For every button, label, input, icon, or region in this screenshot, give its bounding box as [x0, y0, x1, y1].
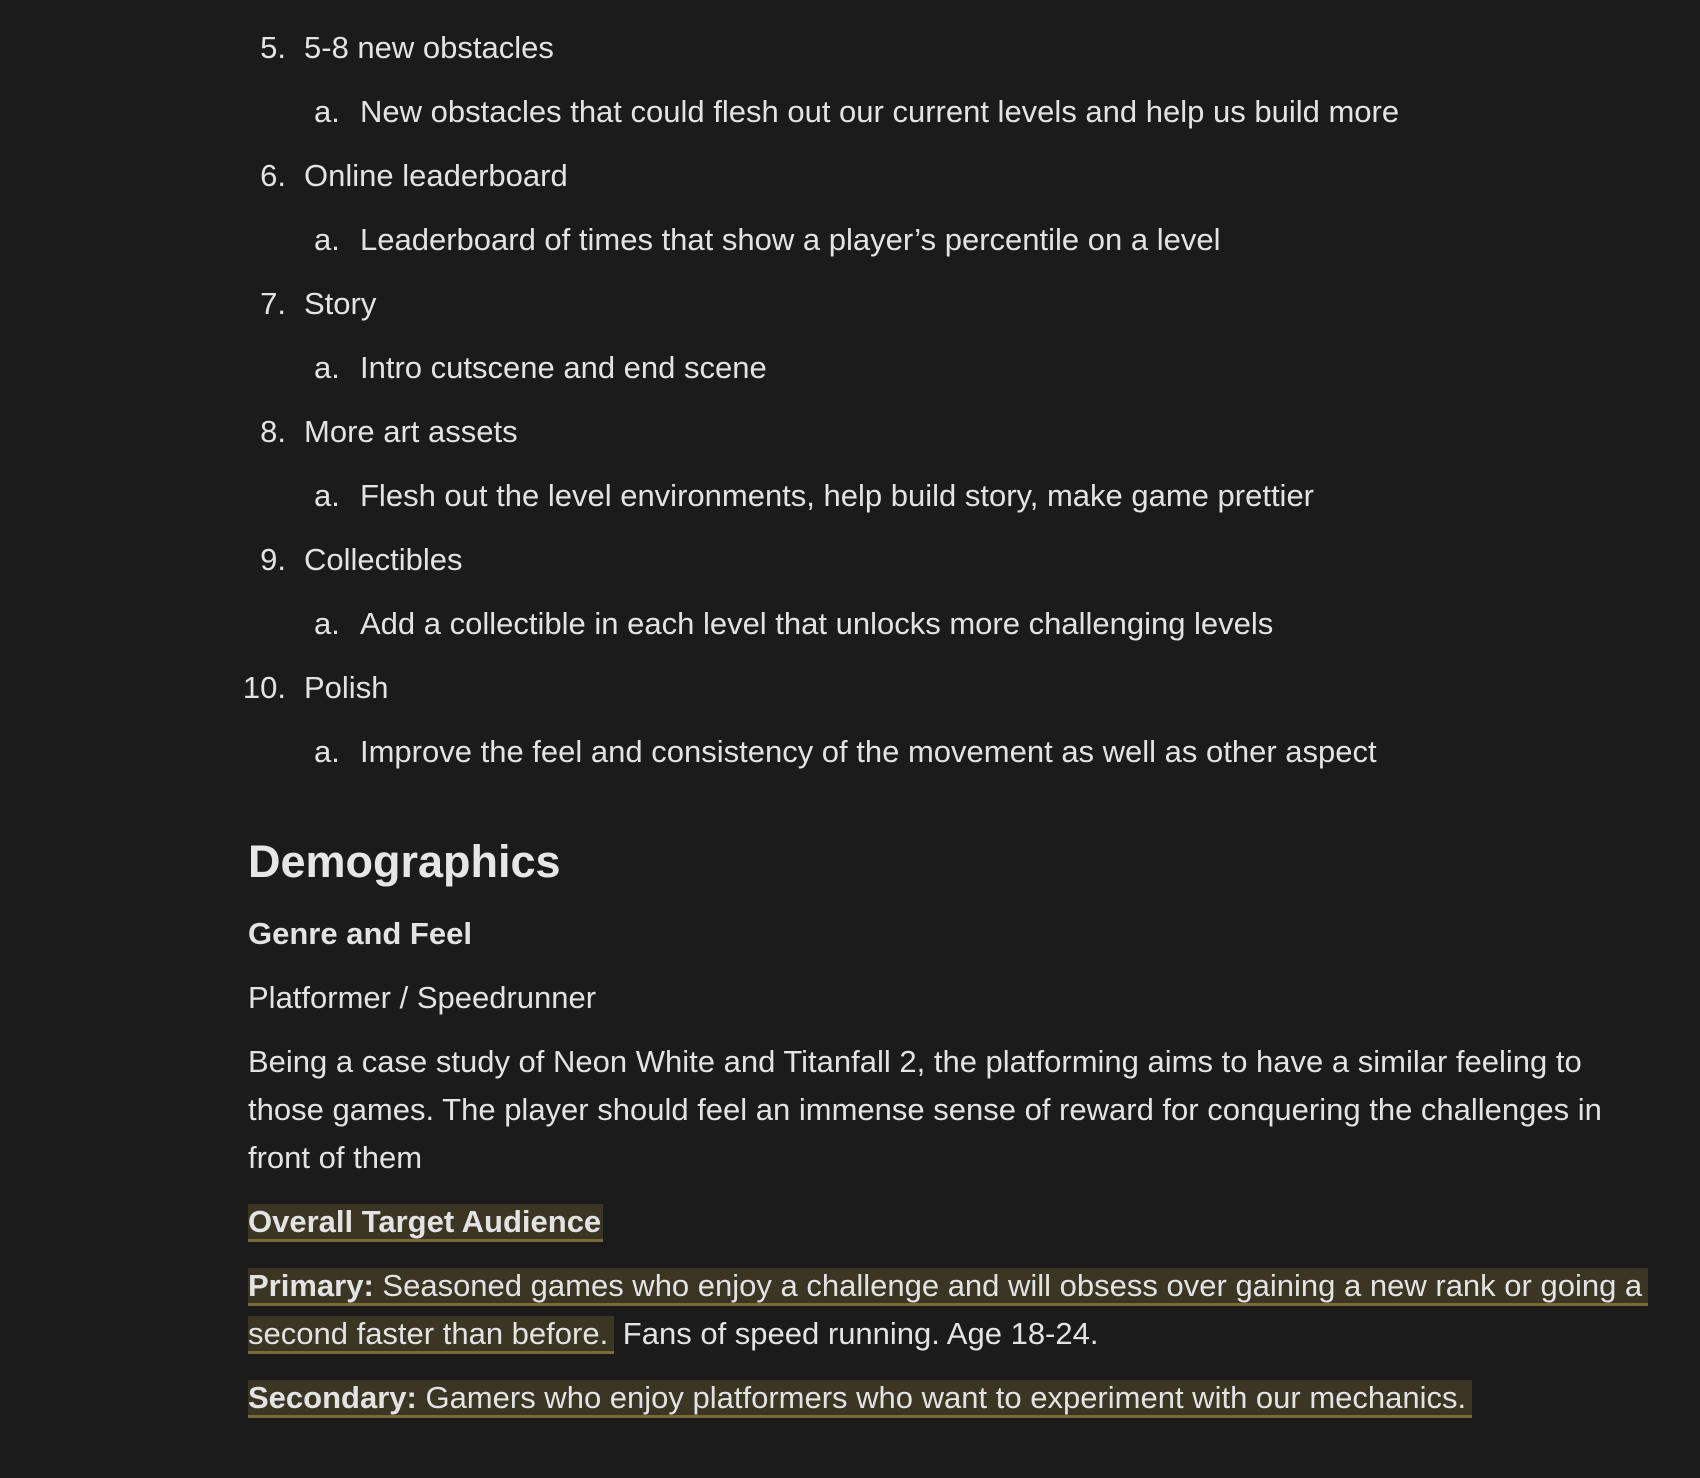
sub-list-label: Flesh out the level environments, help b…: [360, 478, 1315, 513]
list-item-8: 8. More art assets: [248, 406, 1658, 470]
sub-list-label: Improve the feel and consistency of the …: [360, 734, 1377, 769]
document-body: 5. 5-8 new obstacles a. New obstacles th…: [243, 22, 1658, 1422]
primary-audience: Primary: Seasoned games who enjoy a chal…: [248, 1262, 1658, 1358]
highlight: Secondary: Gamers who enjoy platformers …: [248, 1380, 1473, 1418]
highlight: Overall Target Audience: [248, 1204, 604, 1242]
sub-list-item: a. Flesh out the level environments, hel…: [248, 470, 1658, 534]
sub-list-label: Add a collectible in each level that unl…: [360, 606, 1274, 641]
sub-list-item: a. Add a collectible in each level that …: [248, 598, 1658, 662]
list-number: 6.: [260, 158, 286, 193]
list-item-label: More art assets: [304, 414, 518, 449]
list-item-label: Online leaderboard: [304, 158, 568, 193]
list-item-label: Polish: [304, 670, 389, 705]
list-item-label: Story: [304, 286, 377, 321]
secondary-label: Secondary:: [248, 1380, 417, 1415]
sub-list-label: Leaderboard of times that show a player’…: [360, 222, 1221, 257]
list-number: 7.: [260, 286, 286, 321]
list-item-label: 5-8 new obstacles: [304, 30, 554, 65]
sub-list-letter: a.: [314, 734, 340, 769]
list-item-label: Collectibles: [304, 542, 463, 577]
list-item-9: 9. Collectibles: [248, 534, 1658, 598]
list-number: 8.: [260, 414, 286, 449]
list-number: 9.: [260, 542, 286, 577]
sub-list-item: a. New obstacles that could flesh out ou…: [248, 86, 1658, 150]
list-item-10: 10. Polish: [243, 662, 1658, 726]
list-item-5: 5. 5-8 new obstacles: [248, 22, 1658, 86]
sub-list-letter: a.: [314, 350, 340, 385]
genre-text: Platformer / Speedrunner: [248, 980, 597, 1015]
sub-list-letter: a.: [314, 478, 340, 513]
primary-label: Primary:: [248, 1268, 374, 1303]
sub-list-item: a. Leaderboard of times that show a play…: [248, 214, 1658, 278]
section-heading-demographics: Demographics: [248, 836, 561, 887]
list-number: 5.: [260, 30, 286, 65]
list-number: 10.: [242, 670, 286, 705]
sub-list-item: a. Intro cutscene and end scene: [248, 342, 1658, 406]
subheading-genre: Genre and Feel: [248, 916, 472, 951]
sub-list-letter: a.: [314, 606, 340, 641]
sub-list-item: a. Improve the feel and consistency of t…: [248, 726, 1658, 790]
sub-list-letter: a.: [314, 94, 340, 129]
secondary-text: Gamers who enjoy platformers who want to…: [416, 1380, 1467, 1415]
list-item-7: 7. Story: [248, 278, 1658, 342]
secondary-audience: Secondary: Gamers who enjoy platformers …: [248, 1374, 1658, 1422]
list-item-6: 6. Online leaderboard: [248, 150, 1658, 214]
sub-list-label: Intro cutscene and end scene: [360, 350, 767, 385]
subheading-target-audience: Overall Target Audience: [248, 1198, 1658, 1246]
primary-rest-text: Fans of speed running. Age 18-24.: [614, 1316, 1099, 1351]
sub-list-label: New obstacles that could flesh out our c…: [360, 94, 1400, 129]
genre-description: Being a case study of Neon White and Tit…: [248, 1044, 1602, 1175]
sub-list-letter: a.: [314, 222, 340, 257]
